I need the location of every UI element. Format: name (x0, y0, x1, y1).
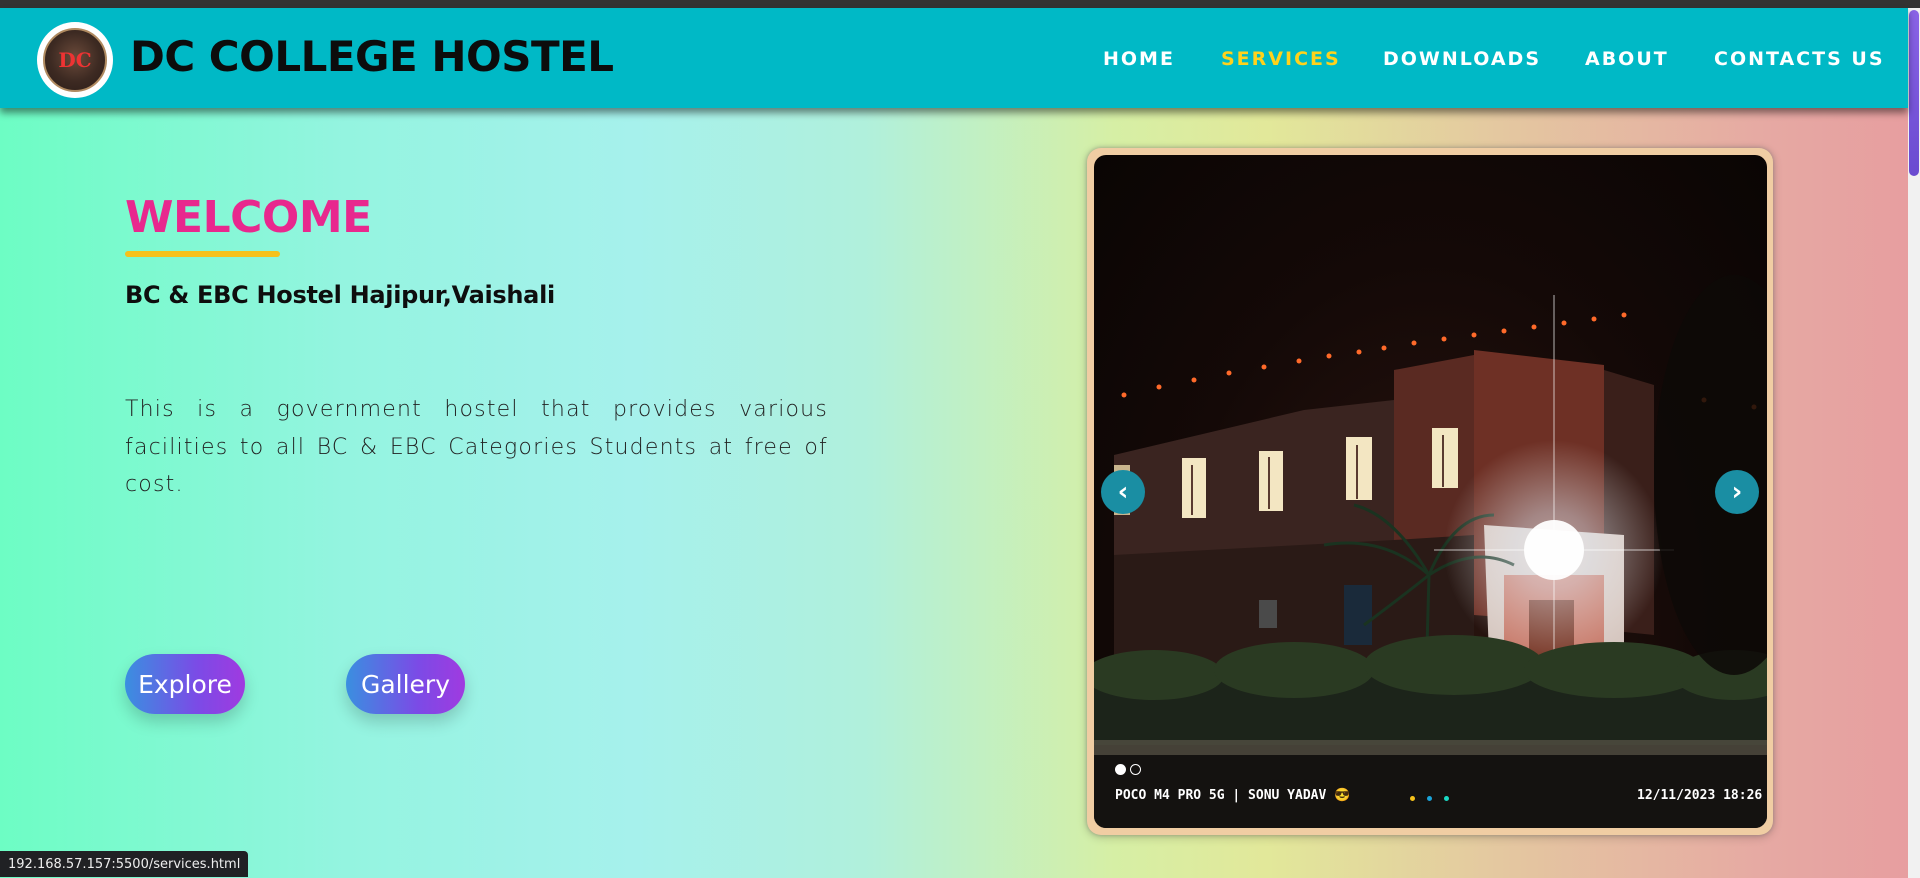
explore-button[interactable]: Explore (125, 654, 245, 714)
carousel-indicator[interactable] (1130, 764, 1141, 775)
site-header: DC DC COLLEGE HOSTEL HOME SERVICES DOWNL… (0, 8, 1908, 108)
status-url: 192.168.57.157:5500/services.html (0, 851, 249, 877)
carousel-indicators (1115, 764, 1141, 775)
carousel-next-icon[interactable]: › (1715, 470, 1759, 514)
gallery-button[interactable]: Gallery (346, 654, 465, 714)
hostel-subtitle: BC & EBC Hostel Hajipur,Vaishali (125, 281, 555, 309)
hostel-night-photo (1094, 275, 1767, 828)
logo-emblem-icon: DC (43, 28, 107, 92)
site-title: DC COLLEGE HOSTEL (130, 32, 614, 81)
welcome-heading: WELCOME (125, 192, 372, 243)
nav-services[interactable]: SERVICES (1221, 48, 1341, 70)
page-scrollbar-thumb[interactable] (1909, 10, 1919, 176)
carousel-indicator[interactable] (1115, 764, 1126, 775)
nav-home[interactable]: HOME (1103, 48, 1175, 70)
nav-downloads[interactable]: DOWNLOADS (1383, 48, 1541, 70)
nav-about[interactable]: ABOUT (1585, 48, 1669, 70)
browser-top-strip (0, 0, 1920, 8)
college-logo[interactable]: DC (37, 22, 113, 98)
welcome-underline (125, 251, 280, 257)
carousel-prev-icon[interactable]: ‹ (1101, 470, 1145, 514)
photo-timestamp: 12/11/2023 18:26 (1637, 788, 1763, 803)
hostel-description: This is a government hostel that provide… (125, 397, 828, 497)
image-carousel[interactable]: ‹ › POCO M4 PRO 5G | SONU YADAV 😎 12/11/… (1094, 155, 1767, 828)
photo-watermark: POCO M4 PRO 5G | SONU YADAV 😎 (1115, 788, 1351, 803)
nav-contacts[interactable]: CONTACTS US (1714, 48, 1885, 70)
photo-watermark-dots (1410, 796, 1449, 801)
